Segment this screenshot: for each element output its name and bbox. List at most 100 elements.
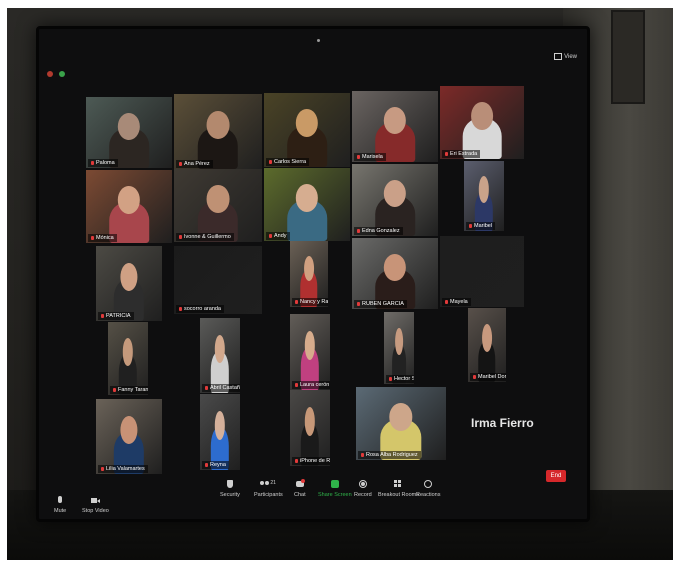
participant-tile[interactable]: Maribel Domínguez: [468, 308, 506, 382]
participant-name-label: Nancy y Rafael: [292, 298, 328, 306]
muted-mic-icon: [445, 152, 448, 156]
mute-button[interactable]: Mute: [54, 496, 66, 514]
muted-mic-icon: [179, 162, 182, 166]
breakout-rooms-icon: [393, 480, 403, 490]
muted-mic-icon: [445, 300, 448, 304]
participant-tile[interactable]: Eri Estrada: [440, 86, 524, 159]
participant-tile[interactable]: Nancy y Rafael: [290, 241, 328, 307]
participant-face: [395, 327, 403, 356]
muted-mic-icon: [91, 161, 94, 165]
participant-name-label: Ana Pérez: [176, 160, 213, 168]
microphone-icon: [55, 496, 65, 506]
participant-tile[interactable]: Fanny Tarango: [108, 322, 148, 395]
participant-tile[interactable]: iPhone de Rosaura: [290, 390, 330, 466]
participant-name-label: Edna Gonzalez: [354, 227, 403, 235]
participant-name-label: Rosa Alba Rodriguez: [358, 451, 421, 459]
muted-mic-icon: [205, 386, 208, 390]
view-button[interactable]: View: [554, 53, 577, 60]
participant-name: PATRICIA: [106, 313, 131, 319]
participant-name-label: Maribel: [466, 222, 496, 230]
participant-tile[interactable]: Mayela: [440, 236, 524, 307]
webcam-icon: [317, 39, 320, 42]
participant-name-label: Laura cerón: [292, 381, 330, 389]
muted-mic-icon: [361, 453, 364, 457]
stop-video-label: Stop Video: [82, 508, 109, 514]
participant-tile[interactable]: PATRICIA: [96, 246, 162, 321]
muted-mic-icon: [101, 467, 104, 471]
share-screen-button[interactable]: Share Screen: [318, 480, 352, 498]
participant-tile[interactable]: Reyna: [200, 394, 240, 470]
participant-name-label: Lilia Valamartes: [98, 465, 148, 473]
participant-tile[interactable]: Lilia Valamartes: [96, 399, 162, 474]
participants-icon: 21: [260, 480, 276, 490]
participant-name-label: iPhone de Rosaura: [292, 457, 330, 465]
participant-name: Edna Gonzalez: [362, 228, 400, 234]
participant-name: RUBEN GARCIA: [362, 301, 404, 307]
record-icon: [358, 480, 368, 490]
participant-tile[interactable]: Ivonne & Guillermo: [174, 169, 262, 242]
record-button[interactable]: Record: [354, 480, 372, 498]
participant-tile[interactable]: Andy: [264, 168, 350, 241]
participant-face: [389, 403, 413, 431]
participant-face: [120, 415, 138, 444]
muted-mic-icon: [295, 383, 298, 387]
view-label: View: [564, 53, 577, 60]
participant-tile[interactable]: Ana Pérez: [174, 94, 262, 169]
muted-mic-icon: [205, 463, 208, 467]
share-screen-icon: [330, 480, 340, 490]
participant-tile[interactable]: Edna Gonzalez: [352, 164, 438, 236]
participant-tile[interactable]: Hector San Martin: [384, 312, 414, 384]
participant-tile[interactable]: RUBEN GARCIA: [352, 238, 438, 309]
participant-name-label: Eri Estrada: [442, 150, 481, 158]
stop-video-button[interactable]: Stop Video: [82, 496, 109, 514]
security-button[interactable]: Security: [220, 480, 240, 498]
video-background: [440, 236, 524, 307]
video-background: [174, 246, 262, 314]
participant-tile[interactable]: Maribel: [464, 161, 504, 231]
muted-mic-icon: [269, 160, 272, 164]
wall-frame: [611, 10, 645, 104]
reactions-button[interactable]: Reactions: [416, 480, 440, 498]
muted-mic-icon: [269, 234, 272, 238]
participant-name-label: Reyna: [202, 461, 229, 469]
muted-mic-icon: [295, 300, 298, 304]
muted-mic-icon: [179, 235, 182, 239]
participant-tile[interactable]: socorro aranda: [174, 246, 262, 314]
participant-name-label: RUBEN GARCIA: [354, 300, 407, 308]
share-screen-label: Share Screen: [318, 492, 352, 498]
chat-button[interactable]: Chat: [294, 479, 306, 498]
end-meeting-button[interactable]: End: [546, 470, 566, 482]
security-label: Security: [220, 492, 240, 498]
participant-tile[interactable]: Mónica: [86, 170, 172, 243]
meeting-toolbar: Mute Stop Video Security 21 Participants…: [42, 479, 574, 516]
breakout-rooms-button[interactable]: Breakout Rooms: [378, 480, 419, 498]
participant-name: Nancy y Rafael: [300, 299, 328, 305]
muted-mic-icon: [179, 307, 182, 311]
participant-tile[interactable]: Rosa Alba Rodriguez: [356, 387, 446, 460]
participants-button[interactable]: 21 Participants: [254, 480, 283, 498]
participant-name: Hector San Martin: [394, 376, 414, 382]
participant-name: Rosa Alba Rodriguez: [366, 452, 418, 458]
participant-tile[interactable]: Paloma: [86, 97, 172, 168]
participant-name: Carlos Sierra: [274, 159, 307, 165]
muted-mic-icon: [113, 388, 116, 392]
participant-tile[interactable]: Abril Castañeda: [200, 318, 240, 393]
record-indicator-icon: [47, 71, 53, 77]
participant-tile[interactable]: Laura cerón: [290, 314, 330, 390]
participant-name-label: Andy: [266, 232, 290, 240]
participant-tile[interactable]: Marisela: [352, 91, 438, 162]
participant-name-label: Ivonne & Guillermo: [176, 233, 234, 241]
participant-face: [120, 262, 138, 291]
participant-tile[interactable]: Carlos Sierra: [264, 93, 350, 167]
participant-name-label: socorro aranda: [176, 305, 224, 313]
participant-name: Ana Pérez: [184, 161, 210, 167]
participant-name-label: PATRICIA: [98, 312, 134, 320]
participant-name-label: Maribel Domínguez: [470, 373, 506, 381]
participant-name: Abril Castañeda: [210, 385, 240, 391]
irma-fierro-name-tile: Irma Fierro: [471, 416, 534, 430]
participant-name-label: Carlos Sierra: [266, 158, 310, 166]
participant-face: [206, 185, 230, 213]
muted-mic-icon: [357, 302, 360, 306]
participant-name: Eri Estrada: [450, 151, 478, 157]
participant-name-label: Hector San Martin: [386, 375, 414, 383]
